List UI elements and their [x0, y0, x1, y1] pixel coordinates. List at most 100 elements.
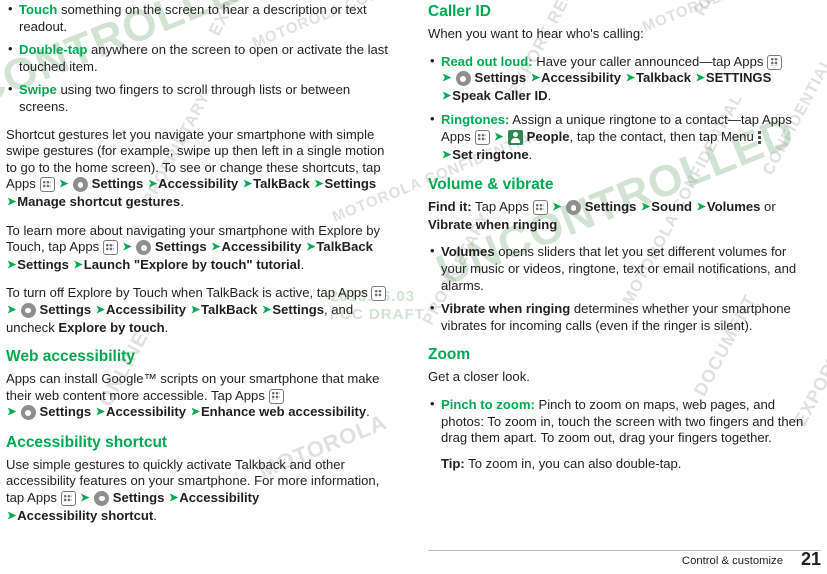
bullet-text: Have your caller announced—tap Apps: [532, 53, 764, 69]
path-step: Accessibility: [221, 239, 302, 255]
list-item: Ringtones: Assign a unique ringtone to a…: [428, 111, 811, 164]
bullet-term: Vibrate when ringing: [441, 301, 571, 317]
arrow-icon: ➤: [211, 241, 221, 254]
section-heading-web-accessibility: Web accessibility: [6, 348, 135, 366]
path-step: Settings: [17, 256, 69, 272]
paragraph-text: Apps can install Google™ scripts on your…: [6, 371, 380, 403]
section-heading-zoom: Zoom: [428, 346, 471, 364]
settings-icon: [455, 71, 471, 87]
apps-icon: [371, 286, 387, 302]
apps-icon: [102, 240, 118, 256]
path-step: Accessibility: [179, 490, 260, 506]
path-step: Accessibility: [106, 301, 187, 317]
path-step: Speak Caller ID: [452, 87, 548, 103]
bullet-text: using two fingers to scroll through list…: [19, 82, 351, 114]
bullet-term: Volumes: [441, 244, 495, 260]
arrow-icon: ➤: [190, 406, 200, 419]
path-step: Settings: [39, 301, 92, 317]
list-item: Double-tap anywhere on the screen to ope…: [6, 41, 389, 75]
path-step: Accessibility: [106, 404, 187, 420]
settings-icon: [20, 405, 36, 421]
arrow-icon: ➤: [242, 178, 253, 191]
bullet-text: Assign a unique ringtone to a contact—ta…: [509, 112, 792, 128]
paragraph-text: or: [760, 199, 776, 215]
caller-id-intro: When you want to hear who's calling:: [428, 26, 644, 41]
arrow-icon: ➤: [641, 201, 651, 214]
path-step: Set ringtone: [452, 146, 529, 162]
path-step: Settings: [91, 176, 144, 192]
bullet-term: Pinch to zoom:: [441, 396, 535, 412]
tip-text: To zoom in, you can also double-tap.: [464, 455, 682, 471]
bullet-term: Read out loud:: [441, 53, 533, 69]
path-step: Accessibility: [158, 176, 239, 192]
list-item: Vibrate when ringing determines whether …: [428, 300, 811, 334]
path-step: Accessibility: [541, 70, 622, 86]
path-step: Settings: [112, 490, 165, 506]
path-step: Manage shortcut gestures: [17, 193, 181, 209]
volume-bullet-list: Volumes opens sliders that let you set d…: [428, 243, 811, 334]
arrow-icon: ➤: [442, 72, 452, 85]
settings-icon: [136, 240, 152, 256]
path-step: Settings: [39, 404, 92, 420]
paragraph-text: To turn off Explore by Touch when TalkBa…: [6, 285, 368, 301]
apps-icon: [767, 54, 783, 70]
settings-icon: [94, 491, 110, 507]
web-accessibility-paragraph: Apps can install Google™ scripts on your…: [6, 371, 380, 421]
path-step: TalkBack: [316, 239, 373, 255]
list-item: Swipe using two fingers to scroll throug…: [6, 81, 389, 115]
paragraph-text: Tap Apps: [471, 199, 529, 215]
turn-off-explore-paragraph: To turn off Explore by Touch when TalkBa…: [6, 285, 389, 336]
arrow-icon: ➤: [494, 130, 504, 143]
path-step: People: [526, 128, 570, 144]
arrow-icon: ➤: [696, 201, 706, 214]
arrow-icon: ➤: [147, 178, 158, 191]
apps-icon: [268, 388, 284, 404]
zoom-intro: Get a closer look.: [428, 369, 530, 385]
arrow-icon: ➤: [530, 72, 541, 85]
bullet-text: opens sliders that let you set different…: [441, 244, 797, 293]
arrow-icon: ➤: [552, 201, 562, 214]
arrow-icon: ➤: [625, 72, 635, 85]
apps-icon: [532, 200, 548, 216]
volume-find-it-paragraph: Find it: Tap Apps ➤ Settings ➤Sound ➤Vol…: [428, 199, 811, 233]
apps-icon: [60, 491, 76, 507]
arrow-icon: ➤: [314, 178, 324, 191]
section-heading-volume-vibrate: Volume & vibrate: [428, 176, 554, 194]
path-step: Settings: [154, 239, 207, 255]
path-step: Volumes: [706, 199, 761, 215]
arrow-icon: ➤: [442, 89, 452, 102]
arrow-icon: ➤: [122, 241, 132, 254]
manual-page: Touch something on the screen to hear a …: [0, 0, 827, 574]
paragraph-bold: Explore by touch: [58, 319, 165, 335]
arrow-icon: ➤: [262, 303, 272, 316]
arrow-icon: ➤: [80, 492, 90, 505]
settings-icon: [73, 177, 88, 193]
arrow-icon: ➤: [7, 509, 17, 522]
bullet-text-apps-label: Apps: [441, 128, 471, 144]
bullet-term: Double-tap: [19, 42, 88, 58]
menu-overflow-icon: [757, 130, 762, 144]
arrow-icon: ➤: [442, 148, 452, 161]
settings-icon: [20, 302, 36, 318]
section-heading-caller-id: Caller ID: [428, 3, 491, 20]
path-step: Vibrate when ringing: [428, 216, 558, 232]
bullet-term: Touch: [19, 2, 58, 17]
path-step: Talkback: [635, 70, 692, 86]
bullet-term: Swipe: [19, 82, 57, 98]
path-step: Enhance web accessibility: [200, 404, 367, 420]
tip-label: Tip:: [441, 455, 465, 471]
arrow-icon: ➤: [7, 303, 17, 316]
bullet-term: Ringtones:: [441, 112, 510, 128]
arrow-icon: ➤: [7, 195, 17, 208]
path-step: Sound: [651, 199, 692, 215]
zoom-bullet-list: Pinch to zoom: Pinch to zoom on maps, we…: [428, 396, 811, 472]
footer-divider: [428, 550, 821, 551]
arrow-icon: ➤: [95, 406, 106, 419]
list-item: Volumes opens sliders that let you set d…: [428, 243, 811, 294]
arrow-icon: ➤: [73, 258, 83, 271]
find-it-label: Find it:: [428, 199, 472, 215]
arrow-icon: ➤: [169, 492, 179, 505]
settings-icon: [566, 200, 582, 216]
arrow-icon: ➤: [7, 258, 17, 271]
arrow-icon: ➤: [59, 178, 69, 191]
